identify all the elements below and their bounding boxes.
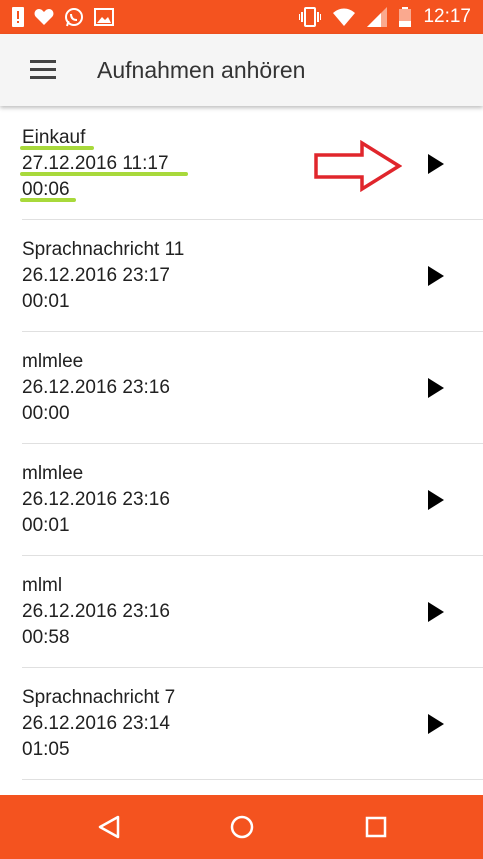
list-item[interactable]: Einkauf 27.12.2016 11:17 00:06 <box>22 108 483 220</box>
recording-date: 26.12.2016 23:14 <box>22 713 170 734</box>
recordings-list: Einkauf 27.12.2016 11:17 00:06 Sprachnac… <box>0 108 483 780</box>
list-item[interactable]: Sprachnachricht 11 26.12.2016 23:17 00:0… <box>22 220 483 332</box>
recents-icon[interactable] <box>362 813 390 841</box>
play-icon[interactable] <box>426 601 446 623</box>
recording-duration: 00:01 <box>22 291 70 312</box>
recording-date: 26.12.2016 23:17 <box>22 265 170 286</box>
image-icon <box>94 8 114 26</box>
play-icon[interactable] <box>426 265 446 287</box>
highlight-underline <box>20 198 76 202</box>
recording-date: 26.12.2016 23:16 <box>22 377 170 398</box>
highlight-underline <box>20 146 94 150</box>
status-bar-left-icons <box>12 7 114 27</box>
list-item[interactable]: mlmlee 26.12.2016 23:16 00:00 <box>22 332 483 444</box>
alert-icon <box>12 7 24 27</box>
red-arrow-annotation <box>314 140 402 192</box>
recording-duration: 00:01 <box>22 515 70 536</box>
hamburger-icon[interactable] <box>30 60 56 80</box>
status-bar-right-icons: 12:17 <box>299 6 471 28</box>
recording-name: mlmlee <box>22 463 84 484</box>
wifi-icon <box>333 8 356 26</box>
recording-date: 26.12.2016 23:16 <box>22 601 170 622</box>
app-bar: Aufnahmen anhören <box>0 34 483 106</box>
home-icon[interactable] <box>228 813 256 841</box>
navigation-bar <box>0 795 483 859</box>
play-icon[interactable] <box>426 153 446 175</box>
recording-duration: 01:05 <box>22 739 70 760</box>
recording-name: Sprachnachricht 11 <box>22 239 185 260</box>
play-icon[interactable] <box>426 377 446 399</box>
list-item[interactable]: Sprachnachricht 7 26.12.2016 23:14 01:05 <box>22 668 483 780</box>
list-item[interactable]: mlml 26.12.2016 23:16 00:58 <box>22 556 483 668</box>
highlight-underline <box>20 172 188 176</box>
back-icon[interactable] <box>96 813 124 841</box>
list-item[interactable]: mlmlee 26.12.2016 23:16 00:01 <box>22 444 483 556</box>
recording-name: Sprachnachricht 7 <box>22 687 176 708</box>
play-icon[interactable] <box>426 713 446 735</box>
recording-name: mlml <box>22 575 63 596</box>
signal-icon <box>367 7 388 27</box>
recording-date: 26.12.2016 23:16 <box>22 489 170 510</box>
page-title: Aufnahmen anhören <box>97 57 306 83</box>
recording-duration: 00:58 <box>22 627 70 648</box>
heart-icon <box>34 9 54 25</box>
whatsapp-icon <box>65 8 83 27</box>
vibrate-icon <box>299 7 322 27</box>
recording-name: mlmlee <box>22 351 84 372</box>
recording-duration: 00:00 <box>22 403 70 424</box>
status-time: 12:17 <box>423 6 471 27</box>
battery-icon <box>399 7 412 27</box>
status-bar: 12:17 <box>0 0 483 34</box>
play-icon[interactable] <box>426 489 446 511</box>
